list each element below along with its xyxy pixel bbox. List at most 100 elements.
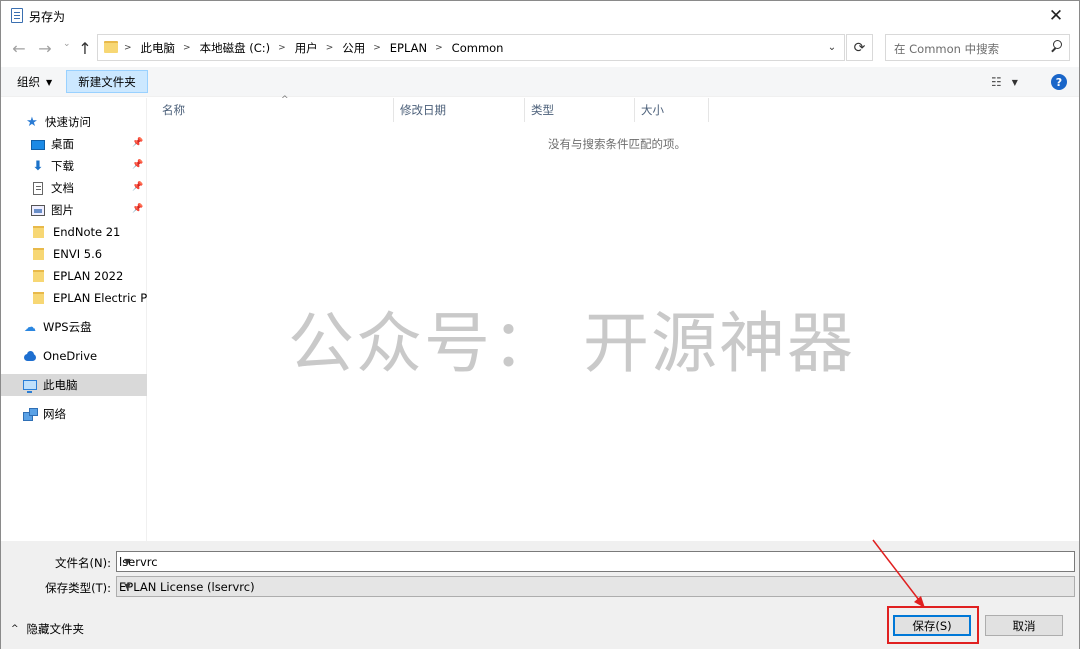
filetype-select[interactable]: EPLAN License (lservrc) ▼ (116, 576, 1075, 597)
document-icon (33, 181, 43, 195)
save-as-dialog: 另存为 ✕ ← → ⌄ ↑ > 此电脑 > 本地磁盘 (C:) > 用户 > 公… (0, 0, 1080, 649)
sidebar-item-folder[interactable]: EPLAN Electric P8 (1, 287, 155, 309)
cancel-button[interactable]: 取消 (985, 615, 1063, 636)
search-input[interactable]: 在 Common 中搜索 (885, 34, 1070, 61)
annotation-highlight-box (887, 606, 979, 644)
breadcrumb-item[interactable]: Common (452, 41, 504, 55)
filename-field[interactable]: lservrc ▼ (116, 551, 1075, 572)
sidebar-item-folder[interactable]: EPLAN 2022 (1, 265, 147, 287)
close-button[interactable]: ✕ (1033, 1, 1079, 31)
breadcrumb-item[interactable]: 公用 (342, 40, 365, 56)
column-header-label: 修改日期 (400, 103, 446, 117)
breadcrumb-item[interactable]: 此电脑 (141, 40, 176, 56)
chevron-right-icon[interactable]: > (124, 43, 132, 53)
sidebar-item-label: EPLAN Electric P8 (53, 291, 155, 305)
hide-folders-label: 隐藏文件夹 (26, 622, 85, 636)
sidebar-item-folder[interactable]: ENVI 5.6 (1, 243, 147, 265)
chevron-down-icon[interactable]: ▼ (119, 552, 136, 571)
column-header-size[interactable]: 大小 (635, 98, 709, 122)
folder-icon (104, 41, 118, 53)
caret-down-icon: ▼ (1011, 77, 1018, 87)
download-arrow-icon: ⬇ (32, 158, 44, 174)
search-placeholder: 在 Common 中搜索 (894, 42, 1000, 56)
sidebar-item-wps-cloud[interactable]: ☁ WPS云盘 (1, 316, 147, 338)
column-header-date[interactable]: 修改日期 (394, 98, 525, 122)
sort-ascending-icon: ^ (281, 95, 289, 105)
window-title: 另存为 (29, 10, 66, 24)
folder-icon (33, 226, 44, 238)
search-icon (1050, 40, 1062, 51)
folder-icon (33, 292, 44, 304)
organize-button[interactable]: 组织 ▼ (11, 72, 58, 92)
chevron-right-icon[interactable]: > (278, 43, 286, 53)
sidebar-item-label: 下载 (51, 159, 74, 173)
up-button[interactable]: ↑ (75, 37, 95, 59)
sidebar-item-folder[interactable]: EndNote 21 (1, 221, 147, 243)
sidebar-item-label: 快速访问 (45, 115, 91, 129)
details-view-icon: ☷ (991, 75, 1002, 89)
network-icon (23, 407, 38, 421)
column-header-label: 大小 (641, 103, 664, 117)
command-bar: 组织 ▼ 新建文件夹 ☷ ▼ ? (1, 67, 1079, 97)
column-header-label: 名称 (162, 103, 185, 117)
document-icon (11, 8, 23, 23)
sidebar-item-network[interactable]: 网络 (1, 403, 147, 425)
sidebar-item-downloads[interactable]: ⬇ 下载 📌 (1, 155, 147, 177)
title-bar: 另存为 ✕ (1, 1, 1079, 31)
sidebar-item-pictures[interactable]: 图片 📌 (1, 199, 147, 221)
sidebar-item-label: 此电脑 (43, 378, 78, 392)
sidebar-item-this-pc[interactable]: 此电脑 (1, 374, 147, 396)
navigation-pane: ★ 快速访问 桌面 📌 ⬇ 下载 📌 文档 📌 图片 📌 EndNote 21 (1, 98, 155, 541)
change-view-button[interactable]: ☷ ▼ (991, 74, 1031, 90)
chevron-right-icon[interactable]: > (435, 43, 443, 53)
folder-icon (33, 248, 44, 260)
column-header-name[interactable]: 名称 ^ (156, 95, 394, 122)
help-button[interactable]: ? (1051, 74, 1067, 90)
chevron-right-icon[interactable]: > (373, 43, 381, 53)
file-list[interactable]: 名称 ^ 修改日期 类型 大小 没有与搜索条件匹配的项。 公众号： 开源神器 (148, 95, 1079, 541)
chevron-down-icon[interactable]: ▼ (119, 577, 136, 596)
sidebar-item-label: EndNote 21 (53, 225, 121, 239)
sidebar-item-label: OneDrive (43, 349, 98, 363)
folder-icon (33, 270, 44, 282)
new-folder-button[interactable]: 新建文件夹 (66, 70, 148, 93)
hide-folders-toggle[interactable]: ^ 隐藏文件夹 (11, 621, 84, 637)
back-button[interactable]: ← (9, 37, 29, 59)
forward-button[interactable]: → (35, 37, 55, 59)
breadcrumb-item[interactable]: 用户 (295, 40, 318, 56)
sidebar-item-quick-access[interactable]: ★ 快速访问 (1, 111, 147, 133)
sidebar-item-label: EPLAN 2022 (53, 269, 124, 283)
recent-locations-chevron-icon[interactable]: ⌄ (63, 39, 71, 49)
pin-icon: 📌 (132, 160, 144, 170)
onedrive-cloud-icon (23, 350, 37, 363)
column-header-type[interactable]: 类型 (525, 98, 635, 122)
filename-label: 文件名(N): (55, 556, 111, 570)
breadcrumb-item[interactable]: EPLAN (390, 41, 427, 55)
pin-icon: 📌 (132, 182, 144, 192)
chevron-right-icon[interactable]: > (183, 43, 191, 53)
sidebar-item-onedrive[interactable]: OneDrive (1, 345, 147, 367)
empty-folder-message: 没有与搜索条件匹配的项。 (548, 137, 686, 151)
sidebar-item-desktop[interactable]: 桌面 📌 (1, 133, 147, 155)
sidebar-item-label: ENVI 5.6 (53, 247, 103, 261)
column-header-label: 类型 (531, 103, 554, 117)
chevron-right-icon[interactable]: > (326, 43, 334, 53)
breadcrumb: > 此电脑 > 本地磁盘 (C:) > 用户 > 公用 > EPLAN > Co… (124, 40, 503, 56)
picture-icon (31, 204, 45, 216)
sidebar-item-documents[interactable]: 文档 📌 (1, 177, 147, 199)
star-icon: ★ (26, 114, 38, 130)
address-dropdown-chevron-icon[interactable]: ⌄ (820, 35, 844, 60)
sidebar-item-label: 文档 (51, 181, 74, 195)
filetype-value: EPLAN License (lservrc) (119, 580, 255, 594)
pin-icon: 📌 (132, 204, 144, 214)
wps-cloud-icon: ☁ (24, 319, 36, 334)
computer-icon (23, 380, 37, 393)
organize-label: 组织 (17, 75, 40, 89)
chevron-up-icon: ^ (11, 624, 19, 634)
sidebar-item-label: WPS云盘 (43, 320, 92, 334)
breadcrumb-item[interactable]: 本地磁盘 (C:) (200, 40, 271, 56)
navigation-bar: ← → ⌄ ↑ > 此电脑 > 本地磁盘 (C:) > 用户 > 公用 > EP… (1, 31, 1079, 65)
sidebar-item-label: 网络 (43, 407, 66, 421)
address-bar[interactable]: > 此电脑 > 本地磁盘 (C:) > 用户 > 公用 > EPLAN > Co… (97, 34, 845, 61)
refresh-button[interactable]: ⟳ (846, 34, 873, 61)
